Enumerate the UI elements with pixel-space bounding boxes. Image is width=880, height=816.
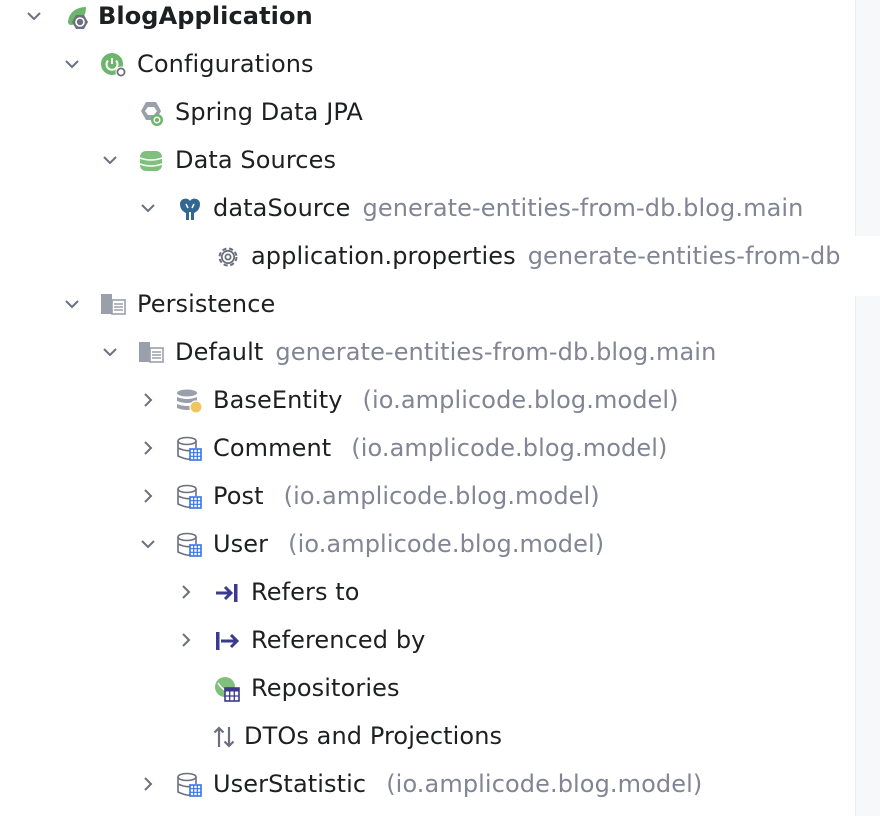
tree-row-repositories[interactable]: Repositories — [0, 665, 855, 713]
package-hint: (io.amplicode.blog.model) — [386, 770, 703, 798]
mapped-superclass-icon — [177, 389, 203, 414]
postgresql-icon — [180, 198, 200, 220]
chevron-right-icon[interactable] — [175, 581, 197, 603]
tree-label: Post — [213, 482, 264, 510]
spring-config-icon — [101, 53, 127, 78]
chevron-down-icon[interactable] — [61, 293, 83, 315]
spring-data-jpa-icon — [141, 102, 163, 126]
chevron-right-icon[interactable] — [137, 773, 159, 795]
tree-label: UserStatistic — [213, 770, 367, 798]
tree-row-user-statistic[interactable]: UserStatistic (io.amplicode.blog.model) — [0, 761, 855, 809]
entity-icon — [177, 436, 202, 461]
tree-label-row: BaseEntity (io.amplicode.blog.model) — [213, 383, 679, 417]
tree-row-dtos-projections[interactable]: DTOs and Projections — [0, 713, 855, 761]
chevron-right-icon[interactable] — [137, 437, 159, 459]
location-hint: generate-entities-from-db.blog.main — [275, 338, 717, 366]
tree-row-persistence[interactable]: Persistence — [0, 281, 855, 329]
package-hint: (io.amplicode.blog.model) — [288, 530, 605, 558]
chevron-right-icon[interactable] — [137, 485, 159, 507]
tree-label: Data Sources — [175, 146, 337, 174]
dto-arrows-icon — [213, 726, 235, 748]
chevron-right-icon[interactable] — [137, 389, 159, 411]
spring-boot-app-icon — [68, 7, 88, 29]
project-tree: BlogApplication Configurations Spring Da… — [0, 0, 855, 816]
tree-label: Repositories — [251, 674, 400, 702]
chevron-down-icon[interactable] — [137, 533, 159, 555]
tree-label-row: Post (io.amplicode.blog.model) — [213, 479, 600, 513]
package-hint: (io.amplicode.blog.model) — [351, 434, 668, 462]
package-hint: (io.amplicode.blog.model) — [283, 482, 600, 510]
tree-label: User — [213, 530, 269, 558]
tree-label-row: User (io.amplicode.blog.model) — [213, 527, 604, 561]
tree-label-row: Comment (io.amplicode.blog.model) — [213, 431, 667, 465]
tree-row-default-unit[interactable]: Default generate-entities-from-db.blog.ma… — [0, 329, 855, 377]
tree-label: Referenced by — [251, 626, 426, 654]
tree-row-datasource[interactable]: dataSource generate-entities-from-db.blog… — [0, 185, 855, 233]
tree-label-row: Default generate-entities-from-db.blog.ma… — [175, 335, 716, 369]
tree-label-row: application.properties generate-entities-… — [251, 239, 841, 273]
tree-row-post[interactable]: Post (io.amplicode.blog.model) — [0, 473, 855, 521]
tree-row-base-entity[interactable]: BaseEntity (io.amplicode.blog.model) — [0, 377, 855, 425]
entity-icon — [177, 532, 202, 557]
tree-label-row: UserStatistic (io.amplicode.blog.model) — [213, 767, 702, 801]
chevron-down-icon[interactable] — [99, 149, 121, 171]
tree-row-application-properties[interactable]: application.properties generate-entities-… — [0, 233, 855, 281]
tree-label: BlogApplication — [98, 2, 313, 30]
tree-label: dataSource — [213, 194, 351, 222]
location-hint: generate-entities-from-db.blog.main — [362, 194, 804, 222]
tree-label: Refers to — [251, 578, 360, 606]
package-hint: (io.amplicode.blog.model) — [362, 386, 679, 414]
tree-label: BaseEntity — [213, 386, 343, 414]
selected-row-edge — [855, 236, 880, 296]
tree-label: DTOs and Projections — [244, 722, 503, 750]
repositories-icon — [215, 677, 240, 702]
chevron-right-icon[interactable] — [175, 629, 197, 651]
chevron-down-icon[interactable] — [61, 53, 83, 75]
tree-label: Spring Data JPA — [175, 98, 363, 126]
tree-label: Comment — [213, 434, 332, 462]
tree-label: Default — [175, 338, 264, 366]
tree-row-comment[interactable]: Comment (io.amplicode.blog.model) — [0, 425, 855, 473]
tree-label-row: dataSource generate-entities-from-db.blog… — [213, 191, 803, 225]
database-icon — [139, 151, 163, 171]
tree-row-configurations[interactable]: Configurations — [0, 41, 855, 89]
tree-row-referenced-by[interactable]: Referenced by — [0, 617, 855, 665]
chevron-down-icon[interactable] — [99, 341, 121, 363]
entity-icon — [177, 772, 202, 797]
tree-label: Configurations — [137, 50, 314, 78]
persistence-icon — [101, 294, 126, 315]
tree-row-spring-data-jpa[interactable]: Spring Data JPA — [0, 89, 855, 137]
tree-row-user[interactable]: User (io.amplicode.blog.model) — [0, 521, 855, 569]
tree-label: application.properties — [251, 242, 516, 270]
persistence-unit-icon — [139, 342, 164, 363]
right-panel-edge — [855, 0, 880, 816]
location-hint: generate-entities-from-db — [527, 242, 841, 270]
tree-row-refers-to[interactable]: Refers to — [0, 569, 855, 617]
gear-icon — [218, 247, 238, 267]
chevron-down-icon[interactable] — [23, 5, 45, 27]
refers-to-icon — [216, 584, 238, 602]
tree-label: Persistence — [137, 290, 276, 318]
entity-icon — [177, 484, 202, 509]
tree-row-data-sources[interactable]: Data Sources — [0, 137, 855, 185]
referenced-by-icon — [216, 632, 240, 650]
tree-row-blog-application[interactable]: BlogApplication — [0, 0, 855, 41]
chevron-down-icon[interactable] — [137, 197, 159, 219]
